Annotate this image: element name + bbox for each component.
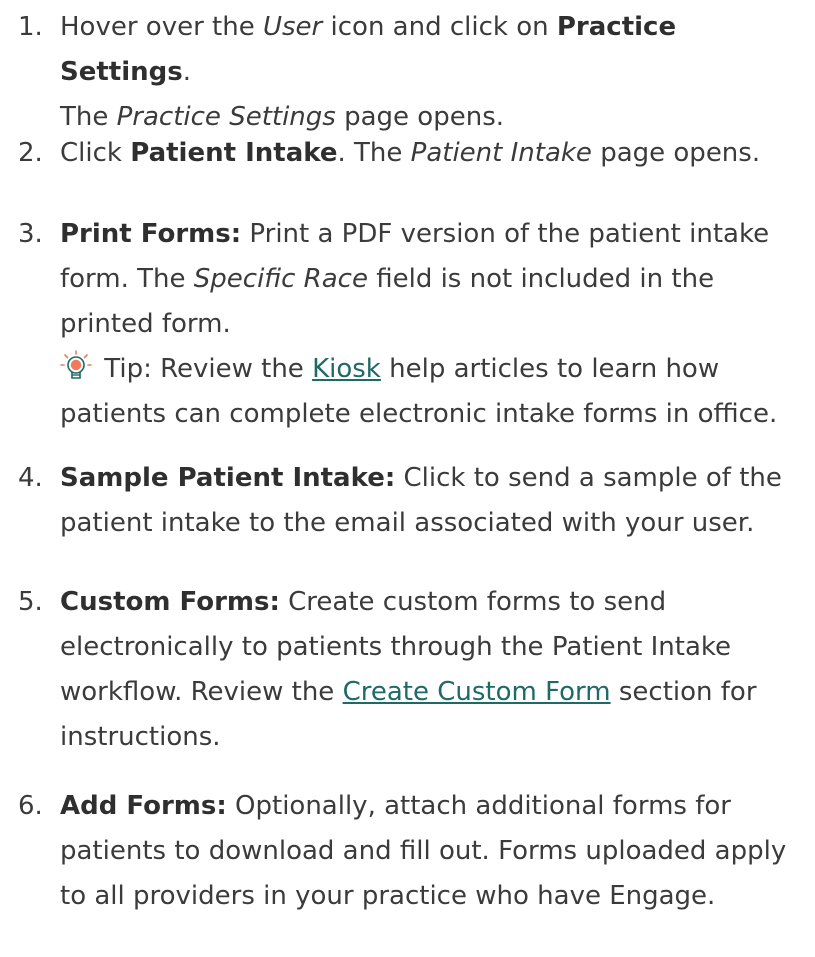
step-text: Sample Patient Intake: Click to send a s… [60,463,782,538]
ui-term-bold: Add Forms: [60,791,227,821]
kiosk-link[interactable]: Kiosk [312,354,381,384]
ui-term: Practice Settings [116,102,336,132]
step-number: 5. [18,587,43,617]
ui-term-bold: Sample Patient Intake: [60,463,396,493]
step-text: Add Forms: Optionally, attach additional… [60,791,787,911]
step-number: 1. [18,12,43,42]
ui-term-bold: Print Forms: [60,219,242,249]
step-text: Print Forms: Print a PDF version of the … [60,219,778,429]
ui-term-bold: Custom Forms: [60,587,280,617]
step-text: Click Patient Intake. The Patient Intake… [60,138,761,168]
ui-term: Specific Race [193,264,368,294]
ui-term: User [262,12,323,42]
step-number: 2. [18,138,43,168]
step-number: 4. [18,463,43,493]
step-number: 6. [18,791,43,821]
lightbulb-icon [60,350,92,382]
step-text: Custom Forms: Create custom forms to sen… [60,587,757,752]
step-number: 3. [18,219,43,249]
step-text: Hover over the User icon and click on Pr… [60,12,677,132]
ui-term-bold: Patient Intake [130,138,338,168]
create-custom-form-link[interactable]: Create Custom Form [343,677,611,707]
ui-term: Patient Intake [410,138,592,168]
